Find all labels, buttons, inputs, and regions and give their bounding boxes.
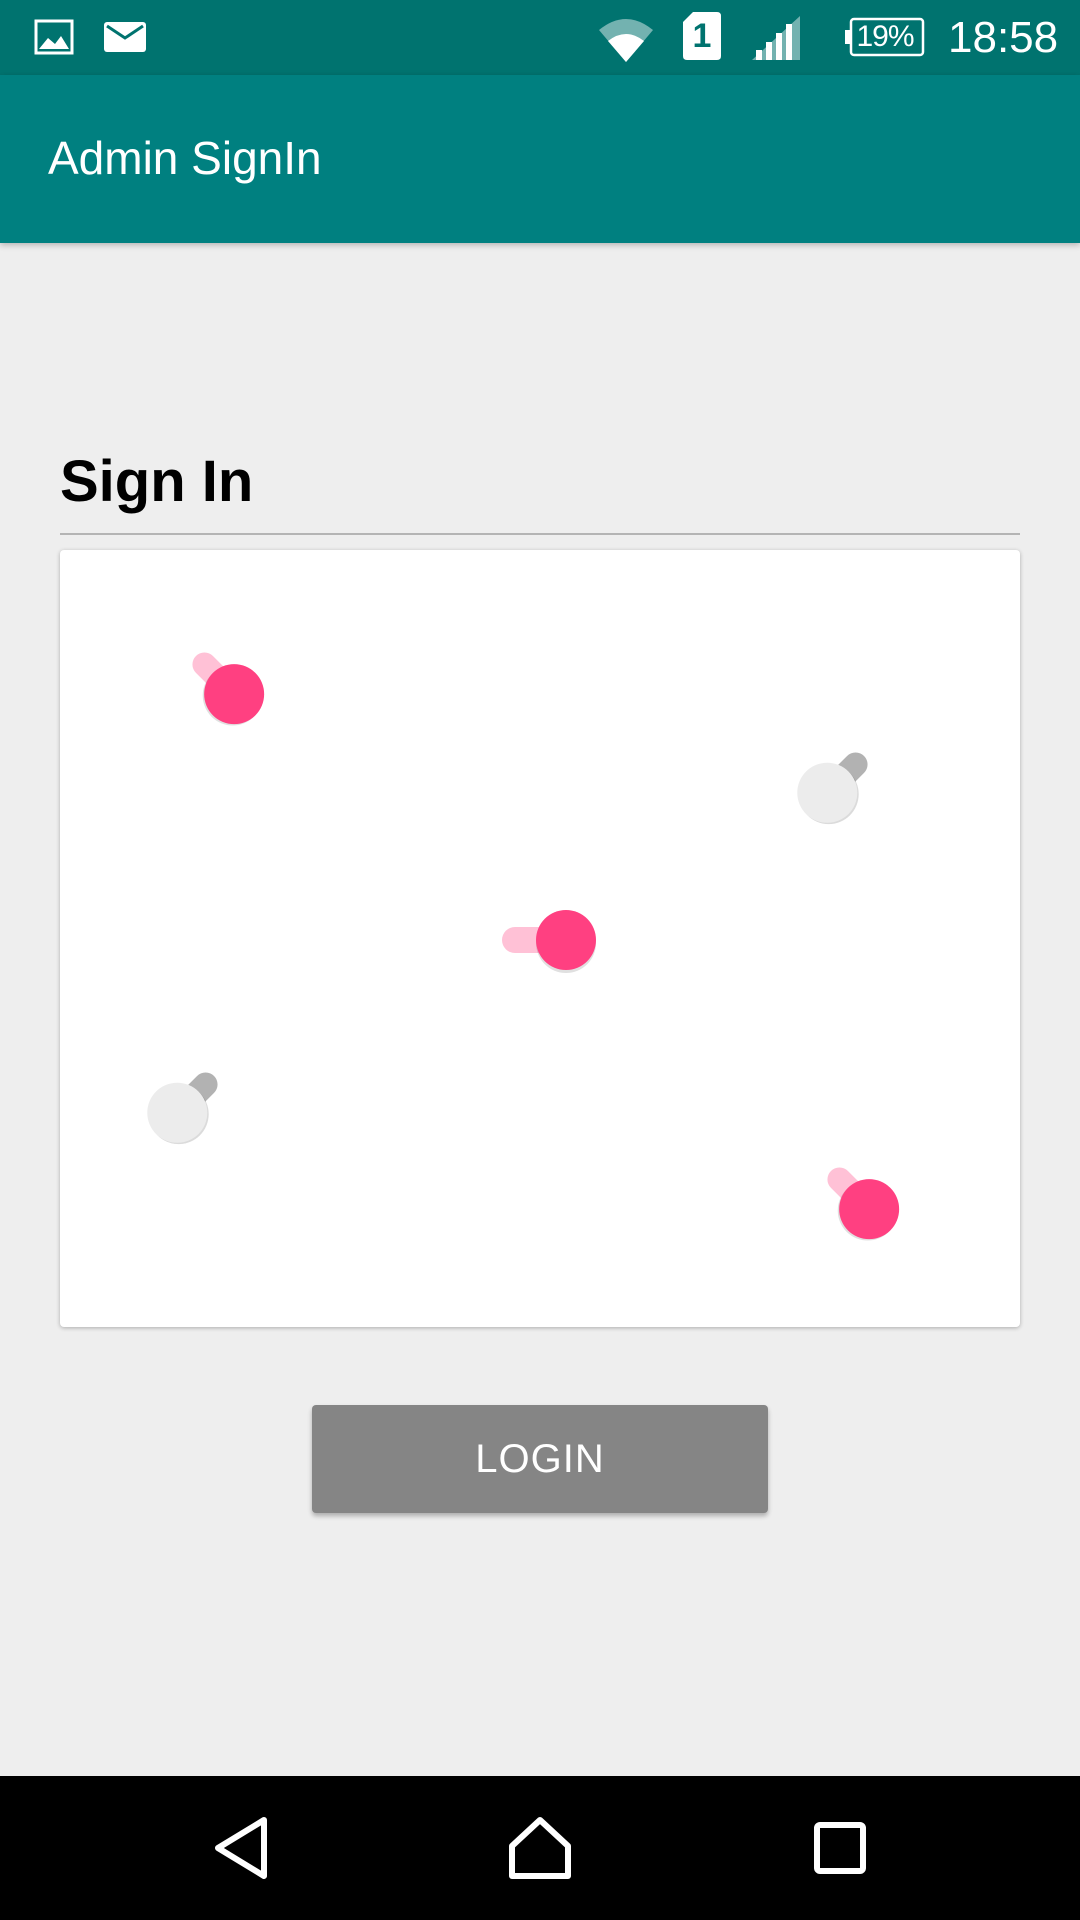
- sim-1-icon: 1: [683, 12, 721, 60]
- switch-1[interactable]: [170, 630, 270, 730]
- image-icon: [34, 19, 74, 55]
- wifi-icon: [599, 19, 653, 62]
- recents-icon[interactable]: [800, 1808, 880, 1888]
- sim-label: 1: [692, 17, 712, 55]
- app-bar: Admin SignIn: [0, 75, 1080, 243]
- mail-icon: [104, 22, 146, 52]
- section-title: Sign In: [60, 449, 254, 514]
- signal-icon: [752, 16, 800, 60]
- login-button[interactable]: LOGIN: [312, 1405, 768, 1513]
- clock: 18:58: [948, 13, 1059, 62]
- form-card: [60, 550, 1020, 1327]
- navigation-bar: [0, 1776, 1080, 1920]
- divider: [60, 533, 1020, 535]
- switch-4[interactable]: [140, 1050, 240, 1150]
- switch-2[interactable]: [790, 730, 890, 830]
- switch-5[interactable]: [805, 1145, 905, 1245]
- home-icon[interactable]: [500, 1808, 580, 1888]
- back-icon[interactable]: [201, 1808, 281, 1888]
- battery-icon: 19%: [845, 17, 925, 57]
- app-title: Admin SignIn: [48, 132, 322, 184]
- switch-3[interactable]: [500, 890, 600, 990]
- status-bar: 1 19% 18:58: [0, 0, 1080, 75]
- battery-level: 19%: [856, 20, 914, 53]
